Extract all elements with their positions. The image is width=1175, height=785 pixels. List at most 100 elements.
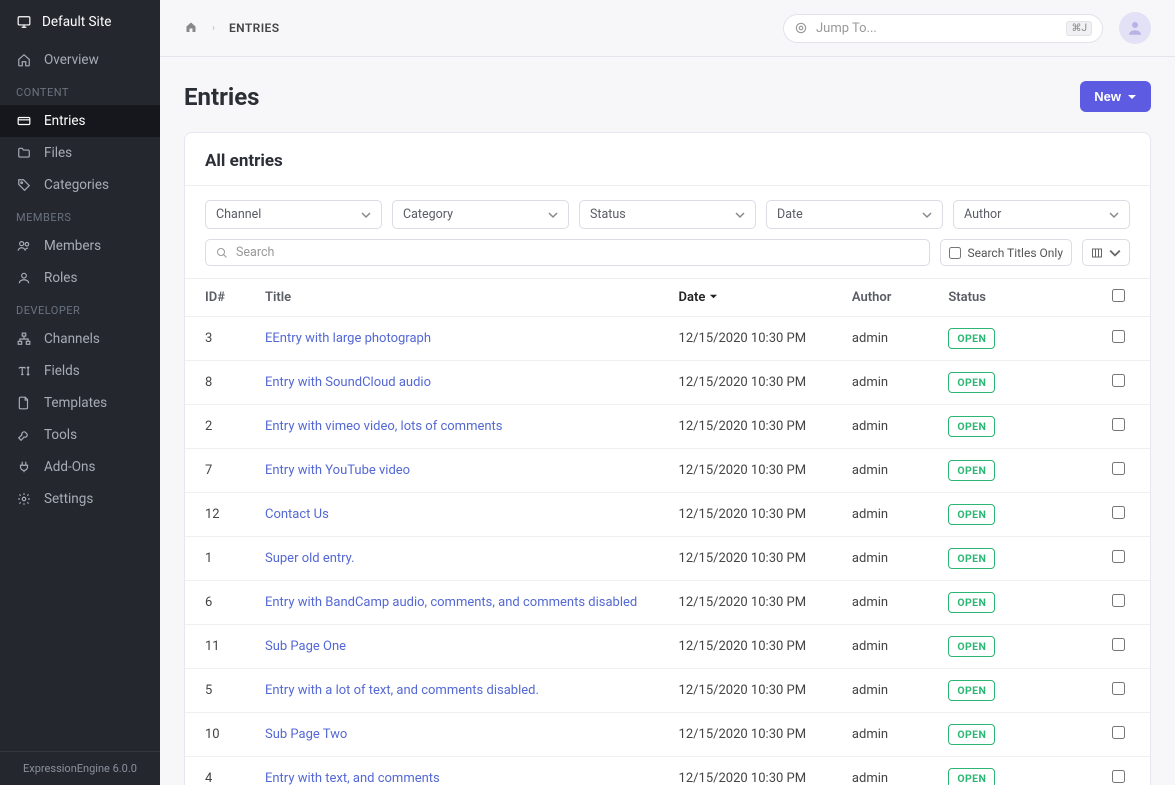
row-checkbox[interactable] bbox=[1112, 374, 1125, 387]
avatar[interactable] bbox=[1119, 12, 1151, 44]
entry-link[interactable]: Entry with text, and comments bbox=[265, 771, 440, 785]
filter-category[interactable]: Category bbox=[392, 200, 569, 229]
cell-date: 12/15/2020 10:30 PM bbox=[659, 625, 832, 669]
filter-date[interactable]: Date bbox=[766, 200, 943, 229]
table-row: 12 Contact Us 12/15/2020 10:30 PM admin … bbox=[185, 493, 1150, 537]
cell-date: 12/15/2020 10:30 PM bbox=[659, 317, 832, 361]
entry-link[interactable]: Sub Page One bbox=[265, 639, 346, 654]
sidebar-item-label: Channels bbox=[44, 331, 100, 347]
row-checkbox[interactable] bbox=[1112, 770, 1125, 783]
new-button[interactable]: New bbox=[1080, 81, 1151, 112]
col-date[interactable]: Date bbox=[659, 279, 832, 317]
filter-channel[interactable]: Channel bbox=[205, 200, 382, 229]
search-titles-only[interactable]: Search Titles Only bbox=[940, 239, 1072, 266]
cell-id: 2 bbox=[185, 405, 245, 449]
entry-link[interactable]: Sub Page Two bbox=[265, 727, 347, 742]
entry-link[interactable]: Entry with vimeo video, lots of comments bbox=[265, 419, 503, 434]
status-badge: OPEN bbox=[948, 460, 995, 481]
entry-link[interactable]: EEntry with large photograph bbox=[265, 331, 431, 346]
cell-select bbox=[1092, 757, 1150, 785]
cell-author: admin bbox=[832, 405, 928, 449]
cell-status: OPEN bbox=[928, 405, 1092, 449]
cell-title: Entry with BandCamp audio, comments, and… bbox=[245, 581, 659, 625]
filter-author[interactable]: Author bbox=[953, 200, 1130, 229]
site-switcher[interactable]: Default Site bbox=[0, 0, 160, 44]
col-author[interactable]: Author bbox=[832, 279, 928, 317]
cell-status: OPEN bbox=[928, 757, 1092, 785]
sidebar-item-categories[interactable]: Categories bbox=[0, 169, 160, 201]
titles-only-checkbox[interactable] bbox=[949, 247, 961, 259]
cell-id: 8 bbox=[185, 361, 245, 405]
caret-down-icon bbox=[709, 292, 718, 301]
chevron-down-icon bbox=[735, 210, 745, 220]
cell-date: 12/15/2020 10:30 PM bbox=[659, 757, 832, 785]
row-checkbox[interactable] bbox=[1112, 330, 1125, 343]
cell-select bbox=[1092, 361, 1150, 405]
col-select-all[interactable] bbox=[1092, 279, 1150, 317]
entry-link[interactable]: Entry with YouTube video bbox=[265, 463, 410, 478]
cell-status: OPEN bbox=[928, 713, 1092, 757]
filter-status[interactable]: Status bbox=[579, 200, 756, 229]
sidebar-item-fields[interactable]: Fields bbox=[0, 355, 160, 387]
jump-to-input[interactable]: Jump To... ⌘J bbox=[783, 14, 1103, 43]
home-icon bbox=[16, 53, 32, 67]
columns-icon bbox=[1091, 247, 1103, 259]
sidebar-item-roles[interactable]: Roles bbox=[0, 262, 160, 294]
row-checkbox[interactable] bbox=[1112, 462, 1125, 475]
sidebar-item-overview[interactable]: Overview bbox=[0, 44, 160, 76]
table-row: 8 Entry with SoundCloud audio 12/15/2020… bbox=[185, 361, 1150, 405]
row-checkbox[interactable] bbox=[1112, 506, 1125, 519]
chevron-down-icon bbox=[548, 210, 558, 220]
sidebar-item-label: Tools bbox=[44, 427, 77, 443]
cell-select bbox=[1092, 317, 1150, 361]
chevron-down-icon bbox=[1109, 210, 1119, 220]
sidebar-item-settings[interactable]: Settings bbox=[0, 483, 160, 515]
user-avatar-icon bbox=[1126, 19, 1144, 37]
status-badge: OPEN bbox=[948, 416, 995, 437]
sidebar-item-entries[interactable]: Entries bbox=[0, 105, 160, 137]
select-all-checkbox[interactable] bbox=[1112, 289, 1125, 302]
cell-title: EEntry with large photograph bbox=[245, 317, 659, 361]
entry-link[interactable]: Entry with SoundCloud audio bbox=[265, 375, 431, 390]
sidebar-item-label: Members bbox=[44, 238, 101, 254]
search-input[interactable]: Search bbox=[205, 239, 930, 266]
sidebar-item-templates[interactable]: Templates bbox=[0, 387, 160, 419]
cell-title: Entry with text, and comments bbox=[245, 757, 659, 785]
entry-link[interactable]: Contact Us bbox=[265, 507, 329, 522]
cell-date: 12/15/2020 10:30 PM bbox=[659, 449, 832, 493]
row-checkbox[interactable] bbox=[1112, 682, 1125, 695]
cell-author: admin bbox=[832, 757, 928, 785]
row-checkbox[interactable] bbox=[1112, 418, 1125, 431]
row-checkbox[interactable] bbox=[1112, 726, 1125, 739]
columns-button[interactable] bbox=[1082, 239, 1130, 266]
row-checkbox[interactable] bbox=[1112, 594, 1125, 607]
cell-author: admin bbox=[832, 713, 928, 757]
cell-title: Sub Page One bbox=[245, 625, 659, 669]
sidebar-item-tools[interactable]: Tools bbox=[0, 419, 160, 451]
row-checkbox[interactable] bbox=[1112, 638, 1125, 651]
row-checkbox[interactable] bbox=[1112, 550, 1125, 563]
page-body: Entries New All entries ChannelCategoryS… bbox=[160, 57, 1175, 785]
cell-author: admin bbox=[832, 669, 928, 713]
status-badge: OPEN bbox=[948, 724, 995, 745]
sidebar: Default Site OverviewCONTENTEntriesFiles… bbox=[0, 0, 160, 785]
entries-card: All entries ChannelCategoryStatusDateAut… bbox=[184, 132, 1151, 785]
cell-title: Entry with vimeo video, lots of comments bbox=[245, 405, 659, 449]
cell-status: OPEN bbox=[928, 537, 1092, 581]
home-icon[interactable] bbox=[184, 21, 198, 36]
cell-title: Entry with a lot of text, and comments d… bbox=[245, 669, 659, 713]
sidebar-item-files[interactable]: Files bbox=[0, 137, 160, 169]
col-status[interactable]: Status bbox=[928, 279, 1092, 317]
sidebar-item-add-ons[interactable]: Add-Ons bbox=[0, 451, 160, 483]
table-row: 1 Super old entry. 12/15/2020 10:30 PM a… bbox=[185, 537, 1150, 581]
entries-table: ID# Title Date Author Status 3 EEntry wi… bbox=[185, 278, 1150, 785]
filter-label: Date bbox=[777, 207, 803, 222]
cell-select bbox=[1092, 405, 1150, 449]
entry-link[interactable]: Super old entry. bbox=[265, 551, 355, 566]
sidebar-item-members[interactable]: Members bbox=[0, 230, 160, 262]
entry-link[interactable]: Entry with BandCamp audio, comments, and… bbox=[265, 595, 637, 610]
col-id[interactable]: ID# bbox=[185, 279, 245, 317]
col-title[interactable]: Title bbox=[245, 279, 659, 317]
entry-link[interactable]: Entry with a lot of text, and comments d… bbox=[265, 683, 539, 698]
sidebar-item-channels[interactable]: Channels bbox=[0, 323, 160, 355]
